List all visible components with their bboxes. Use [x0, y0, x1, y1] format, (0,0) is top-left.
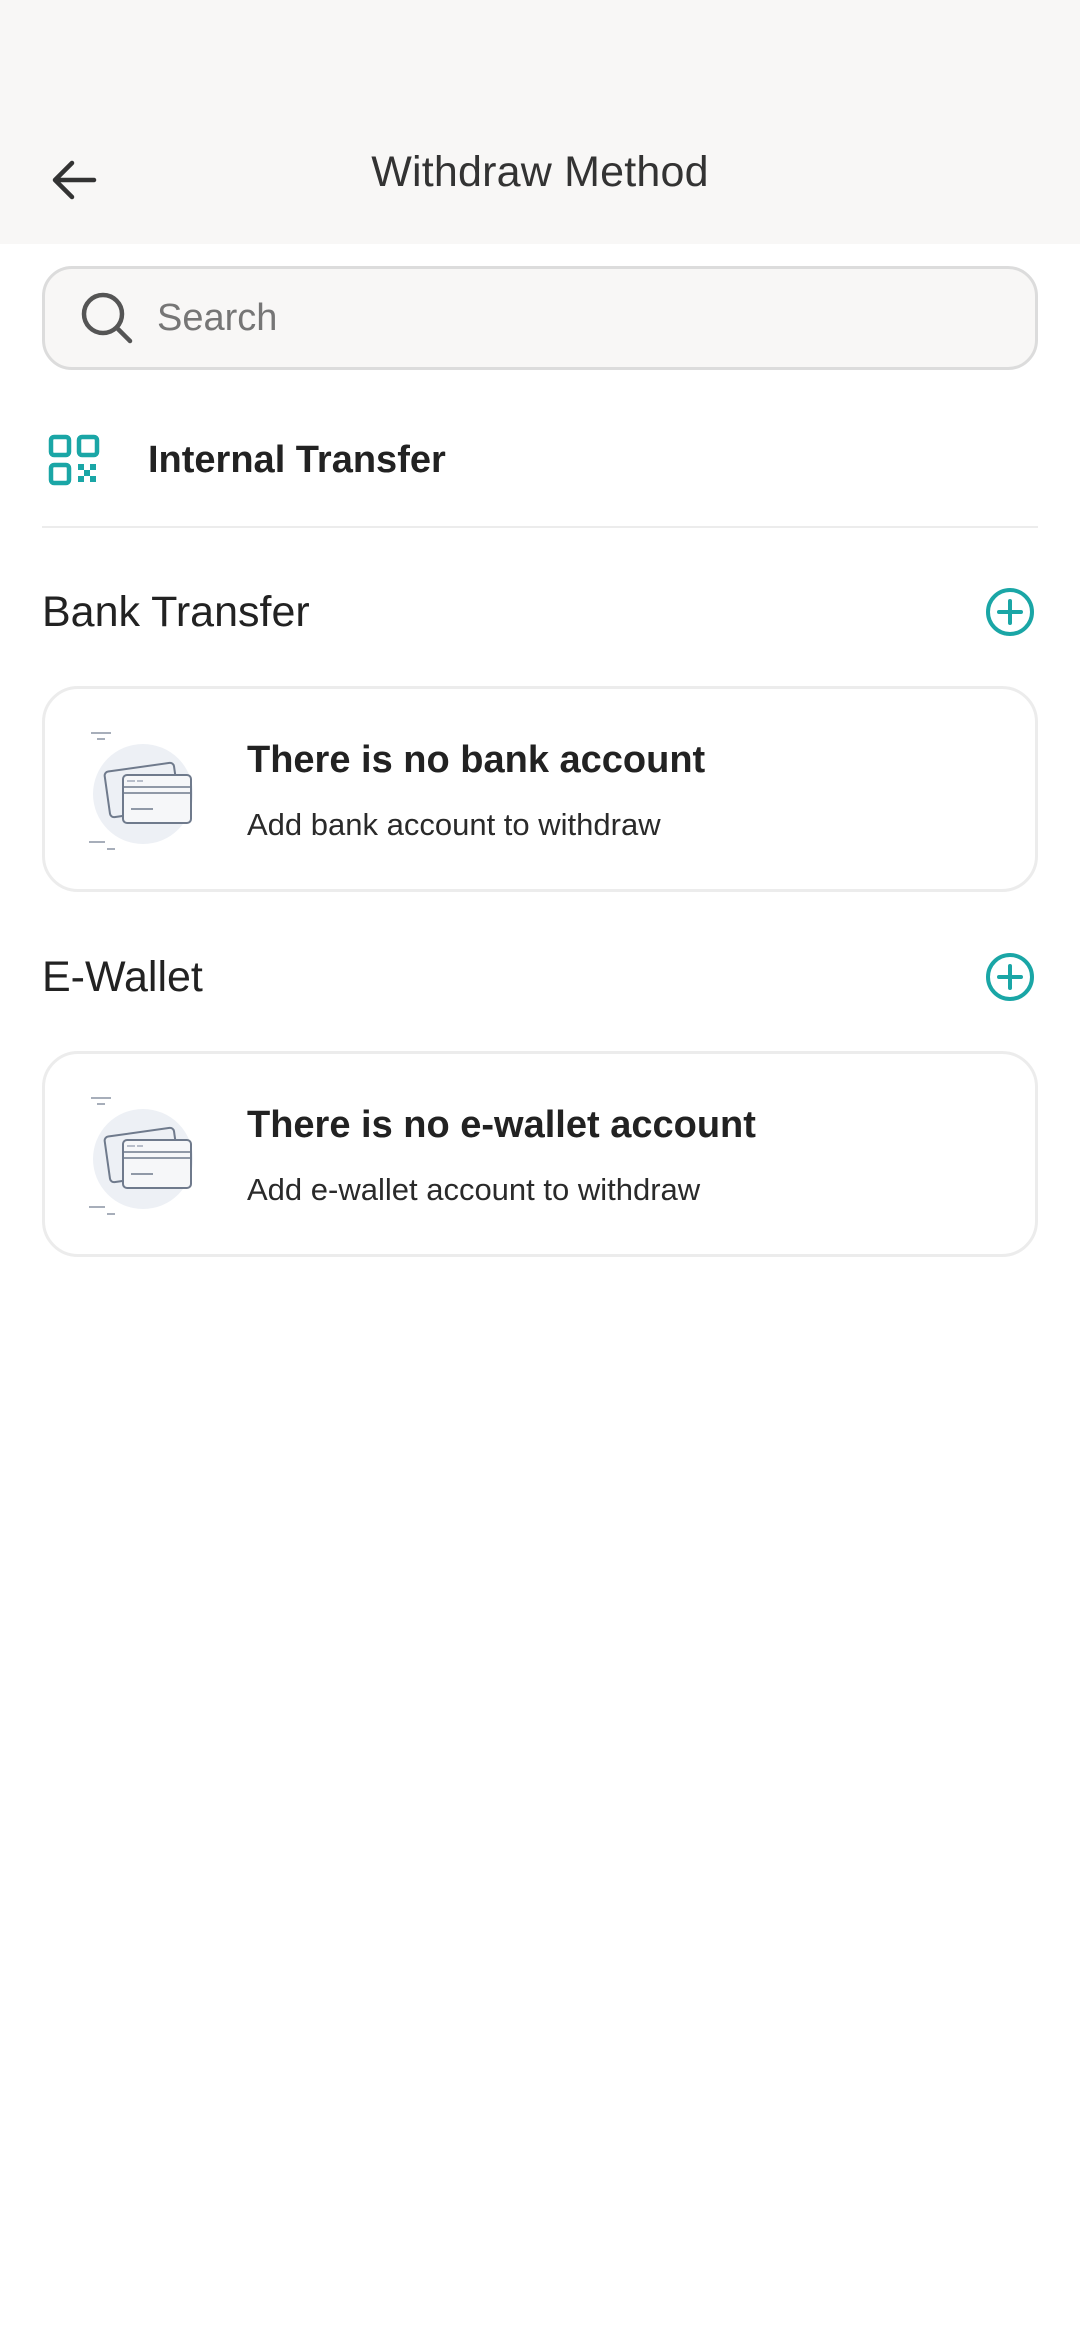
page-title: Withdraw Method — [371, 148, 709, 196]
ewallet-heading: E-Wallet — [42, 953, 203, 1001]
ewallet-empty-title: There is no e-wallet account — [247, 1104, 756, 1146]
card-illustration-icon — [89, 1097, 193, 1215]
internal-transfer-label: Internal Transfer — [148, 438, 446, 481]
bank-empty-title: There is no bank account — [247, 739, 706, 781]
search-icon — [79, 290, 135, 346]
divider — [42, 526, 1038, 528]
search-bar[interactable] — [42, 266, 1038, 370]
app-header: Withdraw Method — [0, 120, 1080, 244]
card-illustration-icon — [89, 732, 193, 850]
search-input[interactable] — [157, 278, 1035, 358]
status-bar — [0, 0, 1080, 120]
add-bank-account-icon[interactable] — [984, 586, 1036, 638]
internal-transfer-item[interactable]: Internal Transfer — [42, 410, 1038, 510]
qr-code-icon — [48, 434, 100, 486]
bank-empty-card: There is no bank account Add bank accoun… — [42, 686, 1038, 892]
bank-empty-subtitle: Add bank account to withdraw — [247, 807, 661, 842]
ewallet-empty-card: There is no e-wallet account Add e-walle… — [42, 1051, 1038, 1257]
ewallet-empty-subtitle: Add e-wallet account to withdraw — [247, 1172, 701, 1207]
bank-transfer-heading: Bank Transfer — [42, 588, 310, 636]
add-ewallet-account-icon[interactable] — [984, 951, 1036, 1003]
